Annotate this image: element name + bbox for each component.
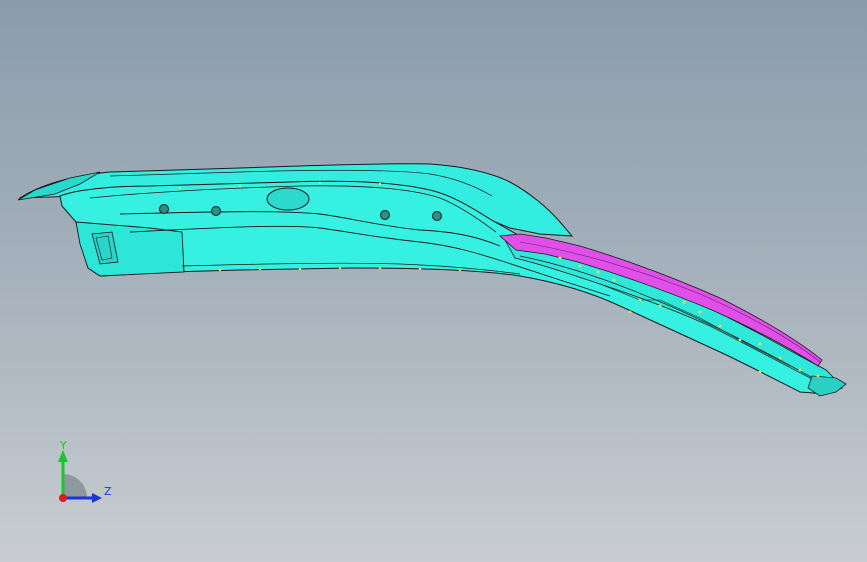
- rail-part[interactable]: [17, 163, 847, 397]
- rail-main-body: [59, 180, 843, 395]
- triad-z-label: Z: [104, 485, 112, 498]
- triad-y-label: Y: [60, 439, 67, 452]
- triad-z-arrow: [92, 493, 102, 503]
- triad-x-origin: [59, 494, 67, 502]
- rail-oval-hole: [266, 187, 310, 211]
- cad-model-canvas[interactable]: [0, 0, 867, 562]
- triad-xz-plane: [63, 474, 87, 498]
- coordinate-triad-icon: Y Z: [40, 436, 130, 516]
- graphics-viewport[interactable]: Y Z: [0, 0, 867, 562]
